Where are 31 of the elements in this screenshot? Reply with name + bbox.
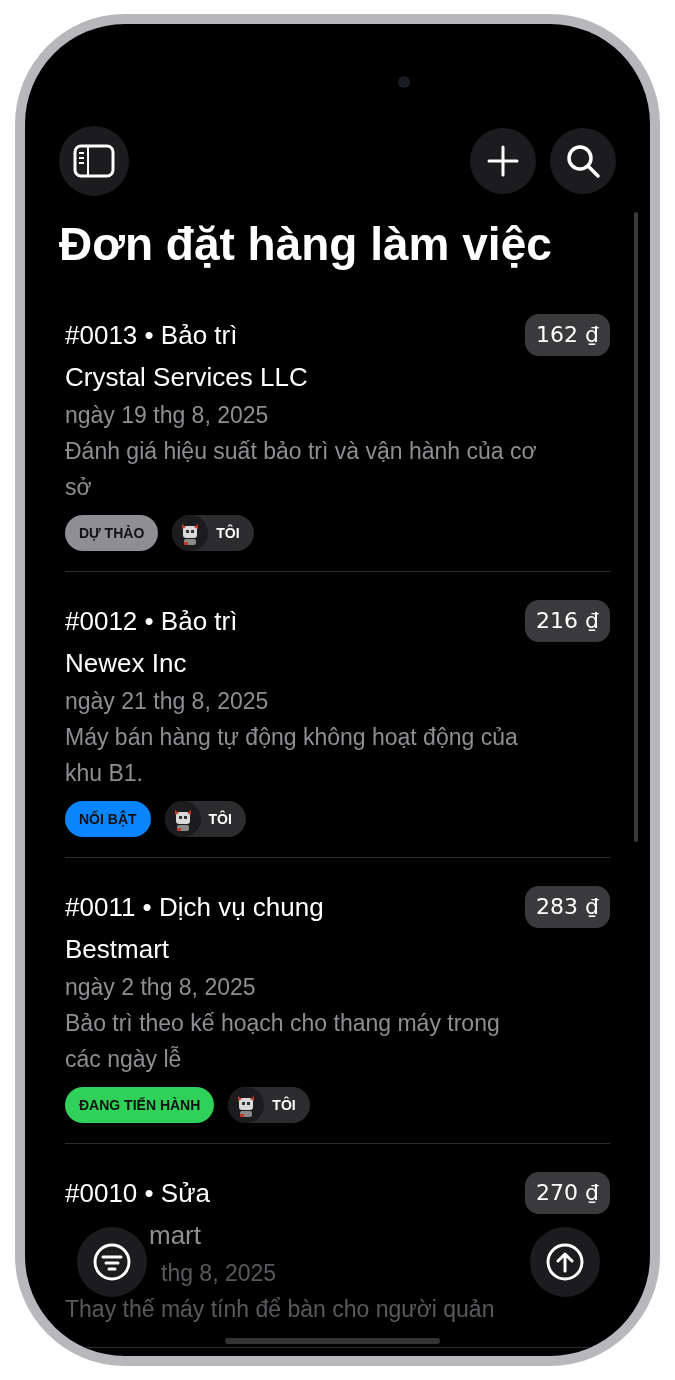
assignee-label: TÔI [216, 523, 240, 543]
plus-icon [487, 145, 519, 177]
sidebar-icon [73, 144, 115, 178]
customer-name: Crystal Services LLC [65, 361, 308, 394]
order-date: thg 8, 2025 [161, 1259, 277, 1288]
status-tag: DỰ THẢO [65, 515, 159, 551]
order-description: Máy bán hàng tự động không hoạt động của khu B1. [65, 723, 519, 788]
order-date: ngày 21 thg 8, 2025 [65, 687, 269, 716]
filter-icon [93, 1243, 131, 1281]
status-tag: NỔI BẬT [65, 801, 151, 837]
customer-name: mart [149, 1219, 201, 1252]
order-description: Đánh giá hiệu suất bảo trì và vận hành của cơ sở [65, 437, 538, 502]
order-number-type: #0010 • Sửa [65, 1177, 211, 1210]
price-label: 270 ₫ [525, 1172, 610, 1214]
order-description: Bảo trì theo kế hoạch cho thang máy trong các ngày lễ [65, 1009, 501, 1074]
assignee-label: TÔI [272, 1095, 296, 1115]
customer-name: Newex Inc [65, 647, 187, 680]
order-date: ngày 2 thg 8, 2025 [65, 973, 256, 1002]
order-description: Thay thế máy tính để bàn cho người quản [65, 1295, 495, 1324]
price-label: 283 ₫ [525, 886, 610, 928]
page-title: Đơn đặt hàng làm việc [59, 217, 553, 272]
status-tag: ĐANG TIẾN HÀNH [65, 1087, 215, 1123]
price-label: 216 ₫ [525, 600, 610, 642]
price-label: 162 ₫ [525, 314, 610, 356]
order-number-type: #0011 • Dịch vụ chung [65, 891, 324, 924]
order-number-type: #0013 • Bảo trì [65, 319, 238, 352]
search-icon [565, 143, 601, 179]
customer-name: Bestmart [65, 933, 170, 966]
order-number-type: #0012 • Bảo trì [65, 605, 238, 638]
order-date: ngày 19 thg 8, 2025 [65, 401, 269, 430]
assignee-label: TÔI [208, 809, 232, 829]
